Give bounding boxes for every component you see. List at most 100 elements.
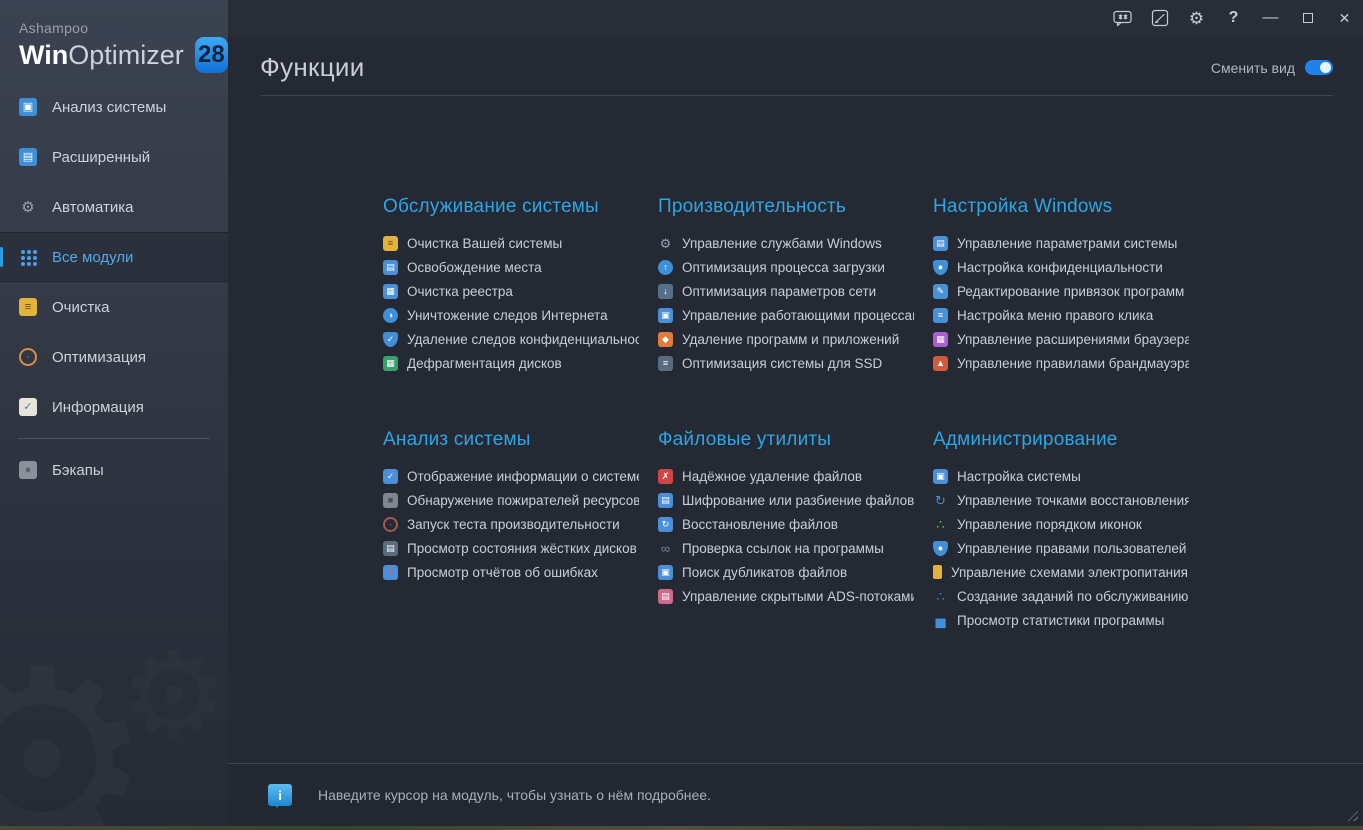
module-item[interactable]: ≡ Оптимизация системы для SSD xyxy=(658,351,914,375)
sidebar-item-information[interactable]: ✓ Информация xyxy=(0,382,228,432)
module-item[interactable]: ▤ Освобождение места xyxy=(383,255,639,279)
desktop-background-strip xyxy=(0,826,1363,830)
module-item[interactable]: ≡ Настройка меню правого клика xyxy=(933,303,1189,327)
module-item[interactable]: · Запуск теста производительности xyxy=(383,512,639,536)
maximize-button[interactable] xyxy=(1289,0,1326,36)
module-label: Создание заданий по обслуживанию xyxy=(957,589,1188,604)
group-title: Производительность xyxy=(658,196,933,218)
group-title: Анализ системы xyxy=(383,429,658,451)
module-item[interactable]: ▤ Управление параметрами системы xyxy=(933,231,1189,255)
module-label: Настройка системы xyxy=(957,469,1081,484)
module-item[interactable]: ◑ Уничтожение следов Интернета xyxy=(383,303,639,327)
automation-icon: ⚙ xyxy=(19,198,37,216)
module-item[interactable]: ↓ Оптимизация параметров сети xyxy=(658,279,914,303)
resize-grip[interactable] xyxy=(1345,808,1358,821)
module-label: Отображение информации о системе xyxy=(407,469,639,484)
module-label: Управление правилами брандмауэра xyxy=(957,356,1189,371)
context-menu-icon: ≡ xyxy=(933,308,948,323)
module-label: Просмотр состояния жёстких дисков xyxy=(407,541,637,556)
defrag-icon: ▦ xyxy=(383,356,398,371)
sidebar-item-system-analysis[interactable]: ▣ Анализ системы xyxy=(0,82,228,132)
group-title: Обслуживание системы xyxy=(383,196,658,218)
change-view-toggle[interactable] xyxy=(1305,60,1333,75)
module-item[interactable]: ∴ Создание заданий по обслуживанию xyxy=(933,584,1189,608)
module-label: Управление схемами электропитания xyxy=(951,565,1188,580)
benchmark-icon: · xyxy=(383,517,398,532)
uninstall-manager-icon: ◆ xyxy=(658,332,673,347)
module-label: Удаление программ и приложений xyxy=(682,332,899,347)
sidebar-item-all-modules[interactable]: Все модули xyxy=(0,232,228,282)
gear-icon: ⚙ xyxy=(1189,10,1204,27)
module-group: Файловые утилиты ✗ Надёжное удаление фай… xyxy=(658,429,933,608)
module-item[interactable]: ✓ Отображение информации о системе xyxy=(383,464,639,488)
system-information-icon: ✓ xyxy=(383,469,398,484)
restore-points-icon: ↻ xyxy=(933,493,948,508)
minimize-icon: — xyxy=(1263,9,1279,27)
module-label: Очистка реестра xyxy=(407,284,513,299)
file-encrypter-icon: ▤ xyxy=(658,493,673,508)
module-item[interactable]: ▦ Очистка реестра xyxy=(383,279,639,303)
module-item[interactable]: ▦ Дефрагментация дисков xyxy=(383,351,639,375)
module-item[interactable]: ▦ Управление расширениями браузера xyxy=(933,327,1189,351)
sidebar-item-cleaning[interactable]: ≡ Очистка xyxy=(0,282,228,332)
module-label: Управление порядком иконок xyxy=(957,517,1142,532)
close-icon: ✕ xyxy=(1339,10,1351,27)
module-item[interactable]: ≡ Очистка Вашей системы xyxy=(383,231,639,255)
settings-button[interactable]: ⚙ xyxy=(1178,0,1215,36)
feedback-button[interactable] xyxy=(1104,0,1141,36)
module-item[interactable]: ▤ Шифрование или разбиение файлов xyxy=(658,488,914,512)
statistics-icon: ▅ xyxy=(933,613,948,628)
module-item[interactable]: ↻ Управление точками восстановления xyxy=(933,488,1189,512)
module-item[interactable]: ∴ Управление порядком иконок xyxy=(933,512,1189,536)
sidebar-item-backups[interactable]: ● Бэкапы xyxy=(0,445,228,495)
minimize-button[interactable]: — xyxy=(1252,0,1289,36)
product-name-bold: Win xyxy=(19,40,68,71)
sidebar-item-advanced-view[interactable]: ▤ Расширенный xyxy=(0,132,228,182)
module-label: Просмотр отчётов об ошибках xyxy=(407,565,598,580)
change-view-label: Сменить вид xyxy=(1211,60,1295,76)
module-item[interactable]: Управление схемами электропитания xyxy=(933,560,1189,584)
sidebar-item-optimization[interactable]: · Оптимизация xyxy=(0,332,228,382)
module-item[interactable]: ◆ Удаление программ и приложений xyxy=(658,327,914,351)
module-label: Управление службами Windows xyxy=(682,236,882,251)
module-item[interactable]: ● Настройка конфиденциальности xyxy=(933,255,1189,279)
file-wiper-icon: ✗ xyxy=(658,469,673,484)
sidebar-nav: ▣ Анализ системы ▤ Расширенный ⚙ Автомат… xyxy=(0,82,228,495)
sidebar-item-automation[interactable]: ⚙ Автоматика xyxy=(0,182,228,232)
module-item[interactable]: ▲ Управление правилами брандмауэра xyxy=(933,351,1189,375)
module-item[interactable]: ▣ Поиск дубликатов файлов xyxy=(658,560,914,584)
help-button[interactable]: ? xyxy=(1215,0,1252,36)
power-manager-icon xyxy=(933,565,942,579)
resource-hogs-icon: ■ xyxy=(383,493,398,508)
group-title: Настройка Windows xyxy=(933,196,1208,218)
module-item[interactable]: ↑ Оптимизация процесса загрузки xyxy=(658,255,914,279)
module-list: ✗ Надёжное удаление файлов ▤ Шифрование … xyxy=(658,464,933,608)
all-modules-icon xyxy=(19,248,37,266)
module-item[interactable]: ▣ Настройка системы xyxy=(933,464,1189,488)
ads-scanner-icon: ▤ xyxy=(658,589,673,604)
module-item[interactable]: ! Просмотр отчётов об ошибках xyxy=(383,560,639,584)
module-label: Управление работающими процессами xyxy=(682,308,914,323)
module-item[interactable]: ↻ Восстановление файлов xyxy=(658,512,914,536)
sidebar: Ashampoo Win Optimizer 28 ▣ Анализ систе… xyxy=(0,0,228,826)
module-item[interactable]: ✓ Удаление следов конфиденциальности xyxy=(383,327,639,351)
close-button[interactable]: ✕ xyxy=(1326,0,1363,36)
module-item[interactable]: ▤ Управление скрытыми ADS-потоками xyxy=(658,584,914,608)
module-item[interactable]: ⚙ Управление службами Windows xyxy=(658,231,914,255)
main-area: ⚙ ? — ✕ Функции Сменить вид Обслу xyxy=(228,0,1363,826)
module-item[interactable]: ● Управление правами пользователей xyxy=(933,536,1189,560)
module-label: Оптимизация процесса загрузки xyxy=(682,260,885,275)
sidebar-divider xyxy=(18,438,210,439)
file-associator-icon: ✎ xyxy=(933,284,948,299)
help-icon: ? xyxy=(1229,9,1239,27)
icon-saver-icon: ∴ xyxy=(933,517,948,532)
module-item[interactable]: ■ Обнаружение пожирателей ресурсов xyxy=(383,488,639,512)
module-item[interactable]: ∞ Проверка ссылок на программы xyxy=(658,536,914,560)
module-item[interactable]: ✗ Надёжное удаление файлов xyxy=(658,464,914,488)
module-item[interactable]: ▤ Просмотр состояния жёстких дисков xyxy=(383,536,639,560)
module-item[interactable]: ▅ Просмотр статистики программы xyxy=(933,608,1189,632)
module-item[interactable]: ✎ Редактирование привязок программ xyxy=(933,279,1189,303)
annotate-button[interactable] xyxy=(1141,0,1178,36)
cleaning-icon: ≡ xyxy=(19,298,37,316)
module-item[interactable]: ▣ Управление работающими процессами xyxy=(658,303,914,327)
